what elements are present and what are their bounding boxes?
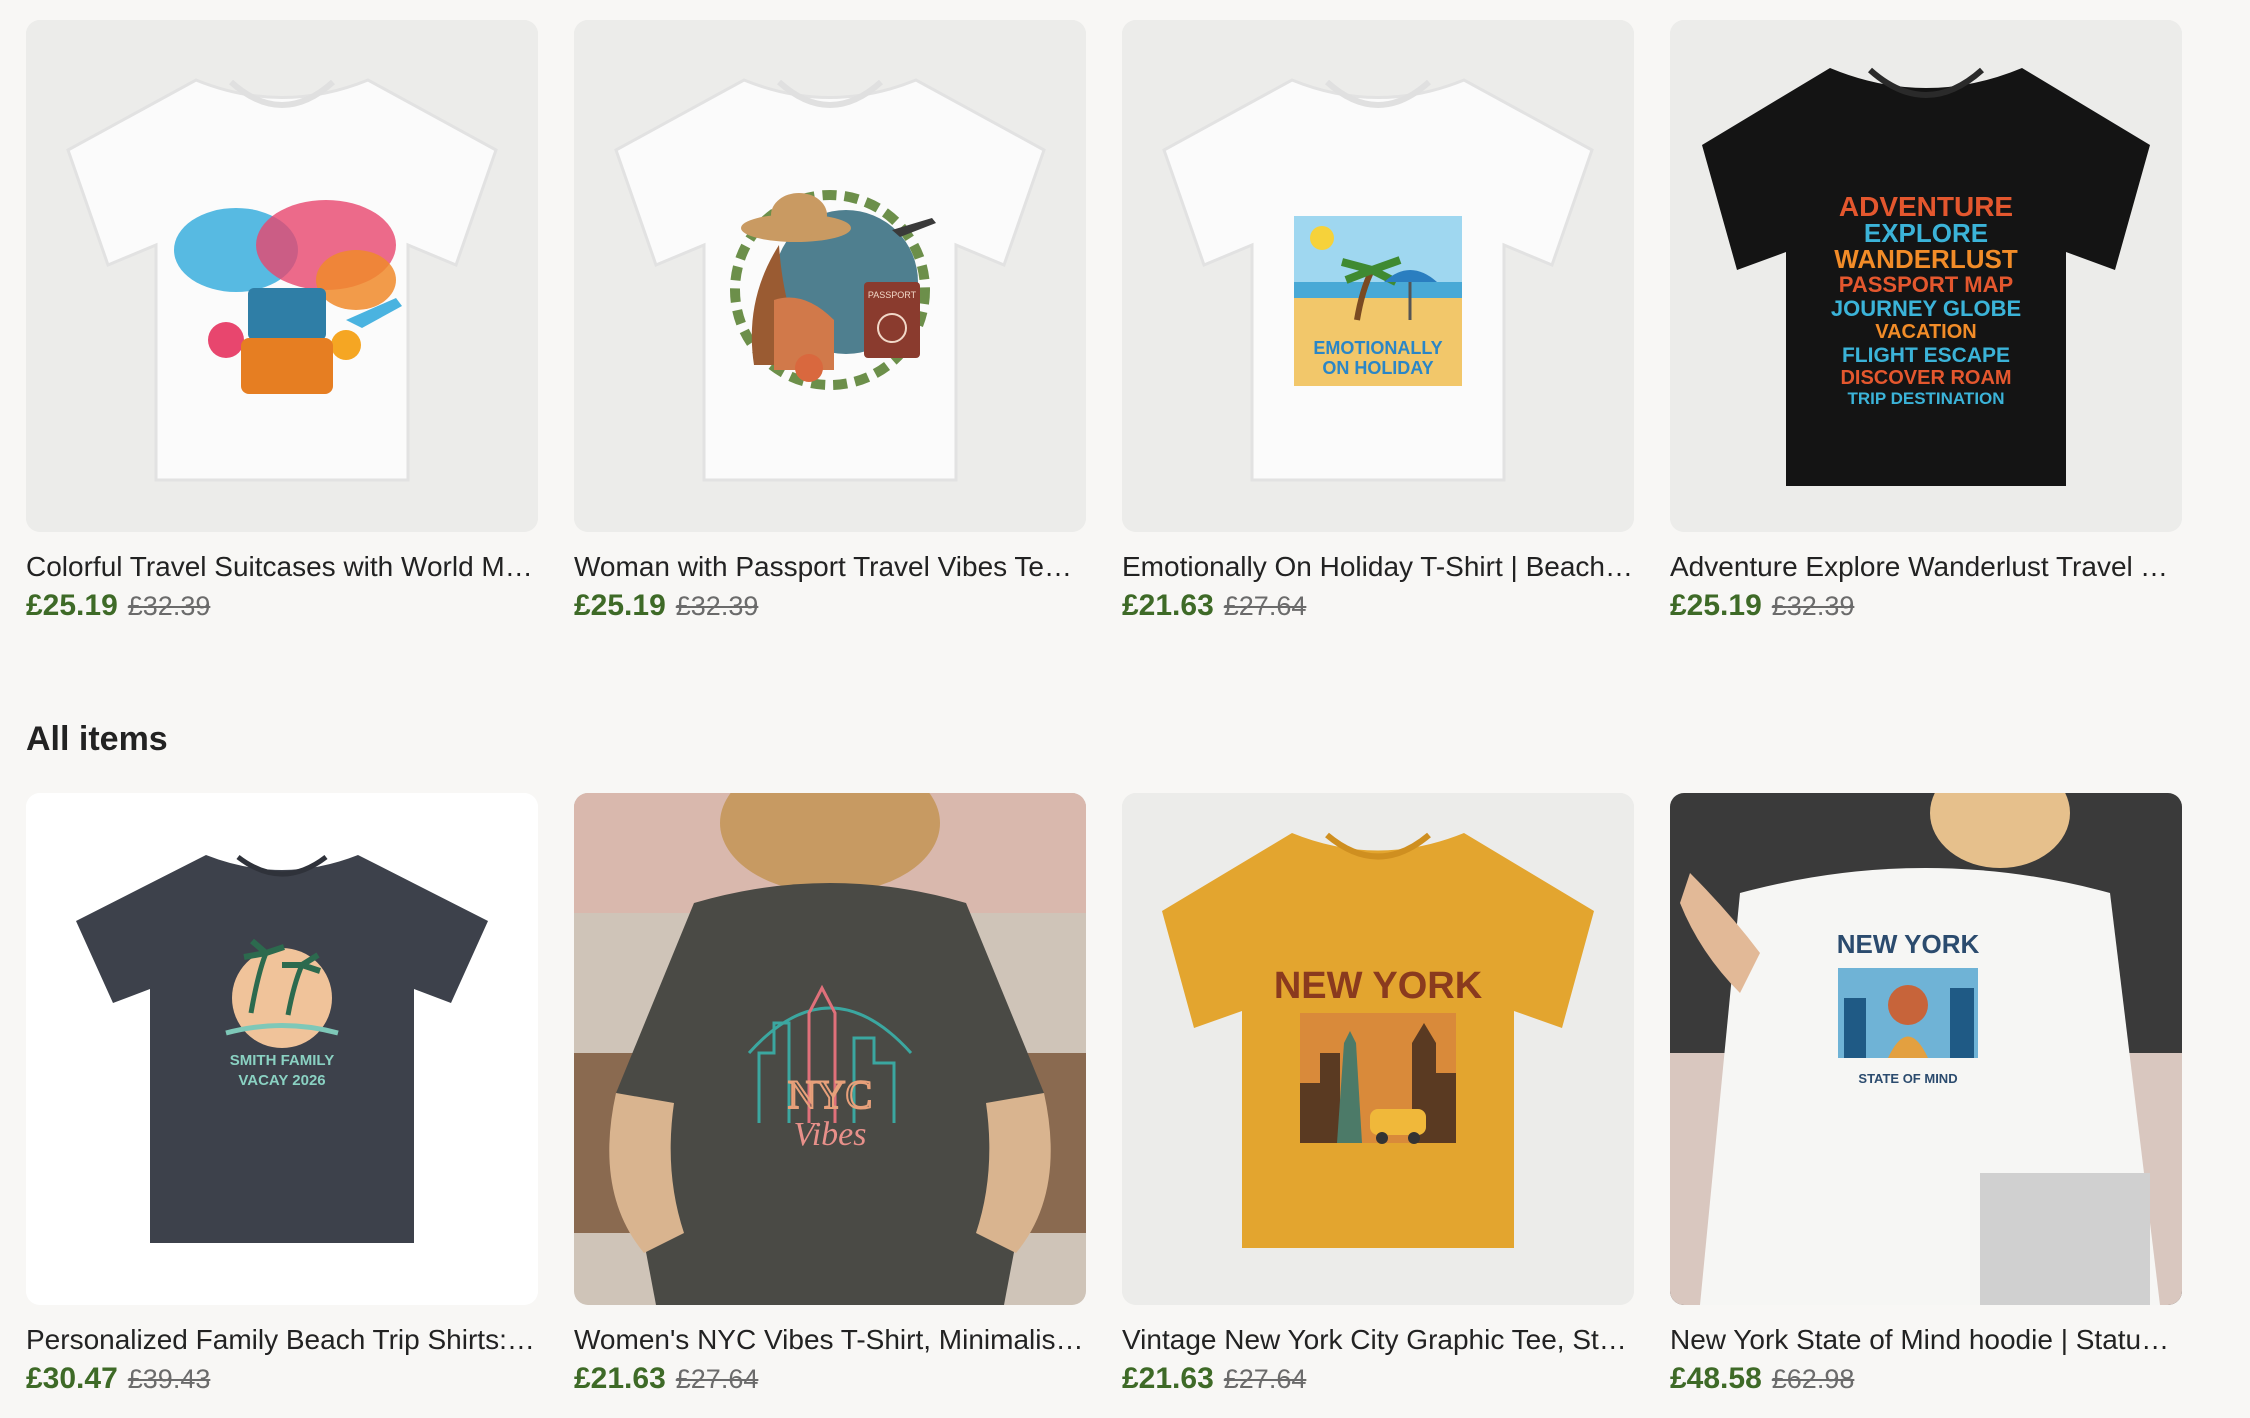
graphic-line-5: JOURNEY GLOBE [1831, 296, 2021, 321]
sale-price: £21.63 [574, 1362, 666, 1395]
graphic-emotionally-text: EMOTIONALLY [1313, 338, 1442, 358]
hoodie-photo: NEW YORK STATE OF MIND [1670, 793, 2182, 1305]
graphic-line-4: PASSPORT MAP [1839, 272, 2013, 297]
product-image[interactable]: NEW YORK [1122, 793, 1634, 1305]
tshirt-image [26, 20, 538, 532]
original-price: £27.64 [1223, 591, 1307, 621]
product-card[interactable]: NEW YORK Vintage New York City Graphic T… [1122, 793, 1634, 1397]
product-image[interactable] [26, 20, 538, 532]
product-card[interactable]: Colorful Travel Suitcases with World Ma.… [26, 20, 538, 624]
price-row: £21.63 £27.64 [574, 1361, 1086, 1397]
tshirt-image: PASSPORT [574, 20, 1086, 532]
sale-price: £25.19 [1670, 589, 1762, 622]
graphic-new-york-text: NEW YORK [1837, 929, 1980, 959]
graphic-new-york-text: NEW YORK [1274, 965, 1483, 1007]
graphic-nyc-text: NYC [788, 1072, 872, 1117]
tshirt-image: SMITH FAMILY VACAY 2026 [26, 793, 538, 1305]
product-card[interactable]: EMOTIONALLY ON HOLIDAY Emotionally On Ho… [1122, 20, 1634, 624]
price-row: £25.19 £32.39 [26, 588, 538, 624]
product-image[interactable]: EMOTIONALLY ON HOLIDAY [1122, 20, 1634, 532]
product-title[interactable]: Vintage New York City Graphic Tee, Stat.… [1122, 1323, 1634, 1357]
price-row: £30.47 £39.43 [26, 1361, 538, 1397]
graphic-line-9: TRIP DESTINATION [1847, 389, 2004, 408]
graphic-passport-text: PASSPORT [868, 290, 917, 300]
product-image[interactable]: NEW YORK STATE OF MIND [1670, 793, 2182, 1305]
original-price: £27.64 [675, 1364, 759, 1394]
tshirt-image: EMOTIONALLY ON HOLIDAY [1122, 20, 1634, 532]
sale-price: £48.58 [1670, 1362, 1762, 1395]
sale-price: £21.63 [1122, 1362, 1214, 1395]
product-image[interactable]: SMITH FAMILY VACAY 2026 [26, 793, 538, 1305]
original-price: £32.39 [675, 591, 759, 621]
tshirt-image: ADVENTURE EXPLORE WANDERLUST PASSPORT MA… [1670, 20, 2182, 532]
original-price: £62.98 [1771, 1364, 1855, 1394]
product-card[interactable]: PASSPORT Woman with Passport Travel Vibe… [574, 20, 1086, 624]
original-price: £32.39 [127, 591, 211, 621]
product-title[interactable]: Adventure Explore Wanderlust Travel Te..… [1670, 550, 2182, 584]
graphic-on-holiday-text: ON HOLIDAY [1322, 358, 1433, 378]
original-price: £32.39 [1771, 591, 1855, 621]
product-title[interactable]: Emotionally On Holiday T-Shirt | Beach P… [1122, 550, 1634, 584]
product-image[interactable]: NYC Vibes [574, 793, 1086, 1305]
price-row: £25.19 £32.39 [574, 588, 1086, 624]
product-title[interactable]: Woman with Passport Travel Vibes Tee | .… [574, 550, 1086, 584]
graphic-state-of-mind-text: STATE OF MIND [1858, 1071, 1957, 1086]
product-title[interactable]: Colorful Travel Suitcases with World Ma.… [26, 550, 538, 584]
product-card[interactable]: ADVENTURE EXPLORE WANDERLUST PASSPORT MA… [1670, 20, 2182, 624]
product-title[interactable]: New York State of Mind hoodie | Statue .… [1670, 1323, 2182, 1357]
featured-grid: Colorful Travel Suitcases with World Ma.… [26, 20, 2182, 624]
graphic-vibes-text: Vibes [793, 1116, 866, 1153]
sale-price: £30.47 [26, 1362, 118, 1395]
tshirt-photo: NYC Vibes [574, 793, 1086, 1305]
graphic-line-7: FLIGHT ESCAPE [1842, 344, 2010, 367]
sale-price: £25.19 [26, 589, 118, 622]
original-price: £39.43 [127, 1364, 211, 1394]
product-card[interactable]: NYC Vibes Women's NYC Vibes T-Shirt, Min… [574, 793, 1086, 1397]
price-row: £48.58 £62.98 [1670, 1361, 2182, 1397]
tshirt-image: NEW YORK [1122, 793, 1634, 1305]
all-items-grid: SMITH FAMILY VACAY 2026 Personalized Fam… [26, 793, 2182, 1397]
price-row: £21.63 £27.64 [1122, 588, 1634, 624]
product-card[interactable]: SMITH FAMILY VACAY 2026 Personalized Fam… [26, 793, 538, 1397]
graphic-line-3: WANDERLUST [1834, 244, 2018, 274]
original-price: £27.64 [1223, 1364, 1307, 1394]
graphic-line-8: DISCOVER ROAM [1840, 367, 2011, 389]
product-title[interactable]: Personalized Family Beach Trip Shirts: M… [26, 1323, 538, 1357]
sale-price: £21.63 [1122, 589, 1214, 622]
product-image[interactable]: ADVENTURE EXPLORE WANDERLUST PASSPORT MA… [1670, 20, 2182, 532]
graphic-smith-family-text: SMITH FAMILY [230, 1052, 334, 1069]
product-card[interactable]: NEW YORK STATE OF MIND New York State of… [1670, 793, 2182, 1397]
price-row: £21.63 £27.64 [1122, 1361, 1634, 1397]
graphic-vacay-text: VACAY 2026 [238, 1072, 325, 1089]
sale-price: £25.19 [574, 589, 666, 622]
price-row: £25.19 £32.39 [1670, 588, 2182, 624]
section-title-all-items: All items [26, 720, 168, 758]
graphic-line-6: VACATION [1875, 321, 1976, 343]
product-title[interactable]: Women's NYC Vibes T-Shirt, Minimalist ..… [574, 1323, 1086, 1357]
product-image[interactable]: PASSPORT [574, 20, 1086, 532]
